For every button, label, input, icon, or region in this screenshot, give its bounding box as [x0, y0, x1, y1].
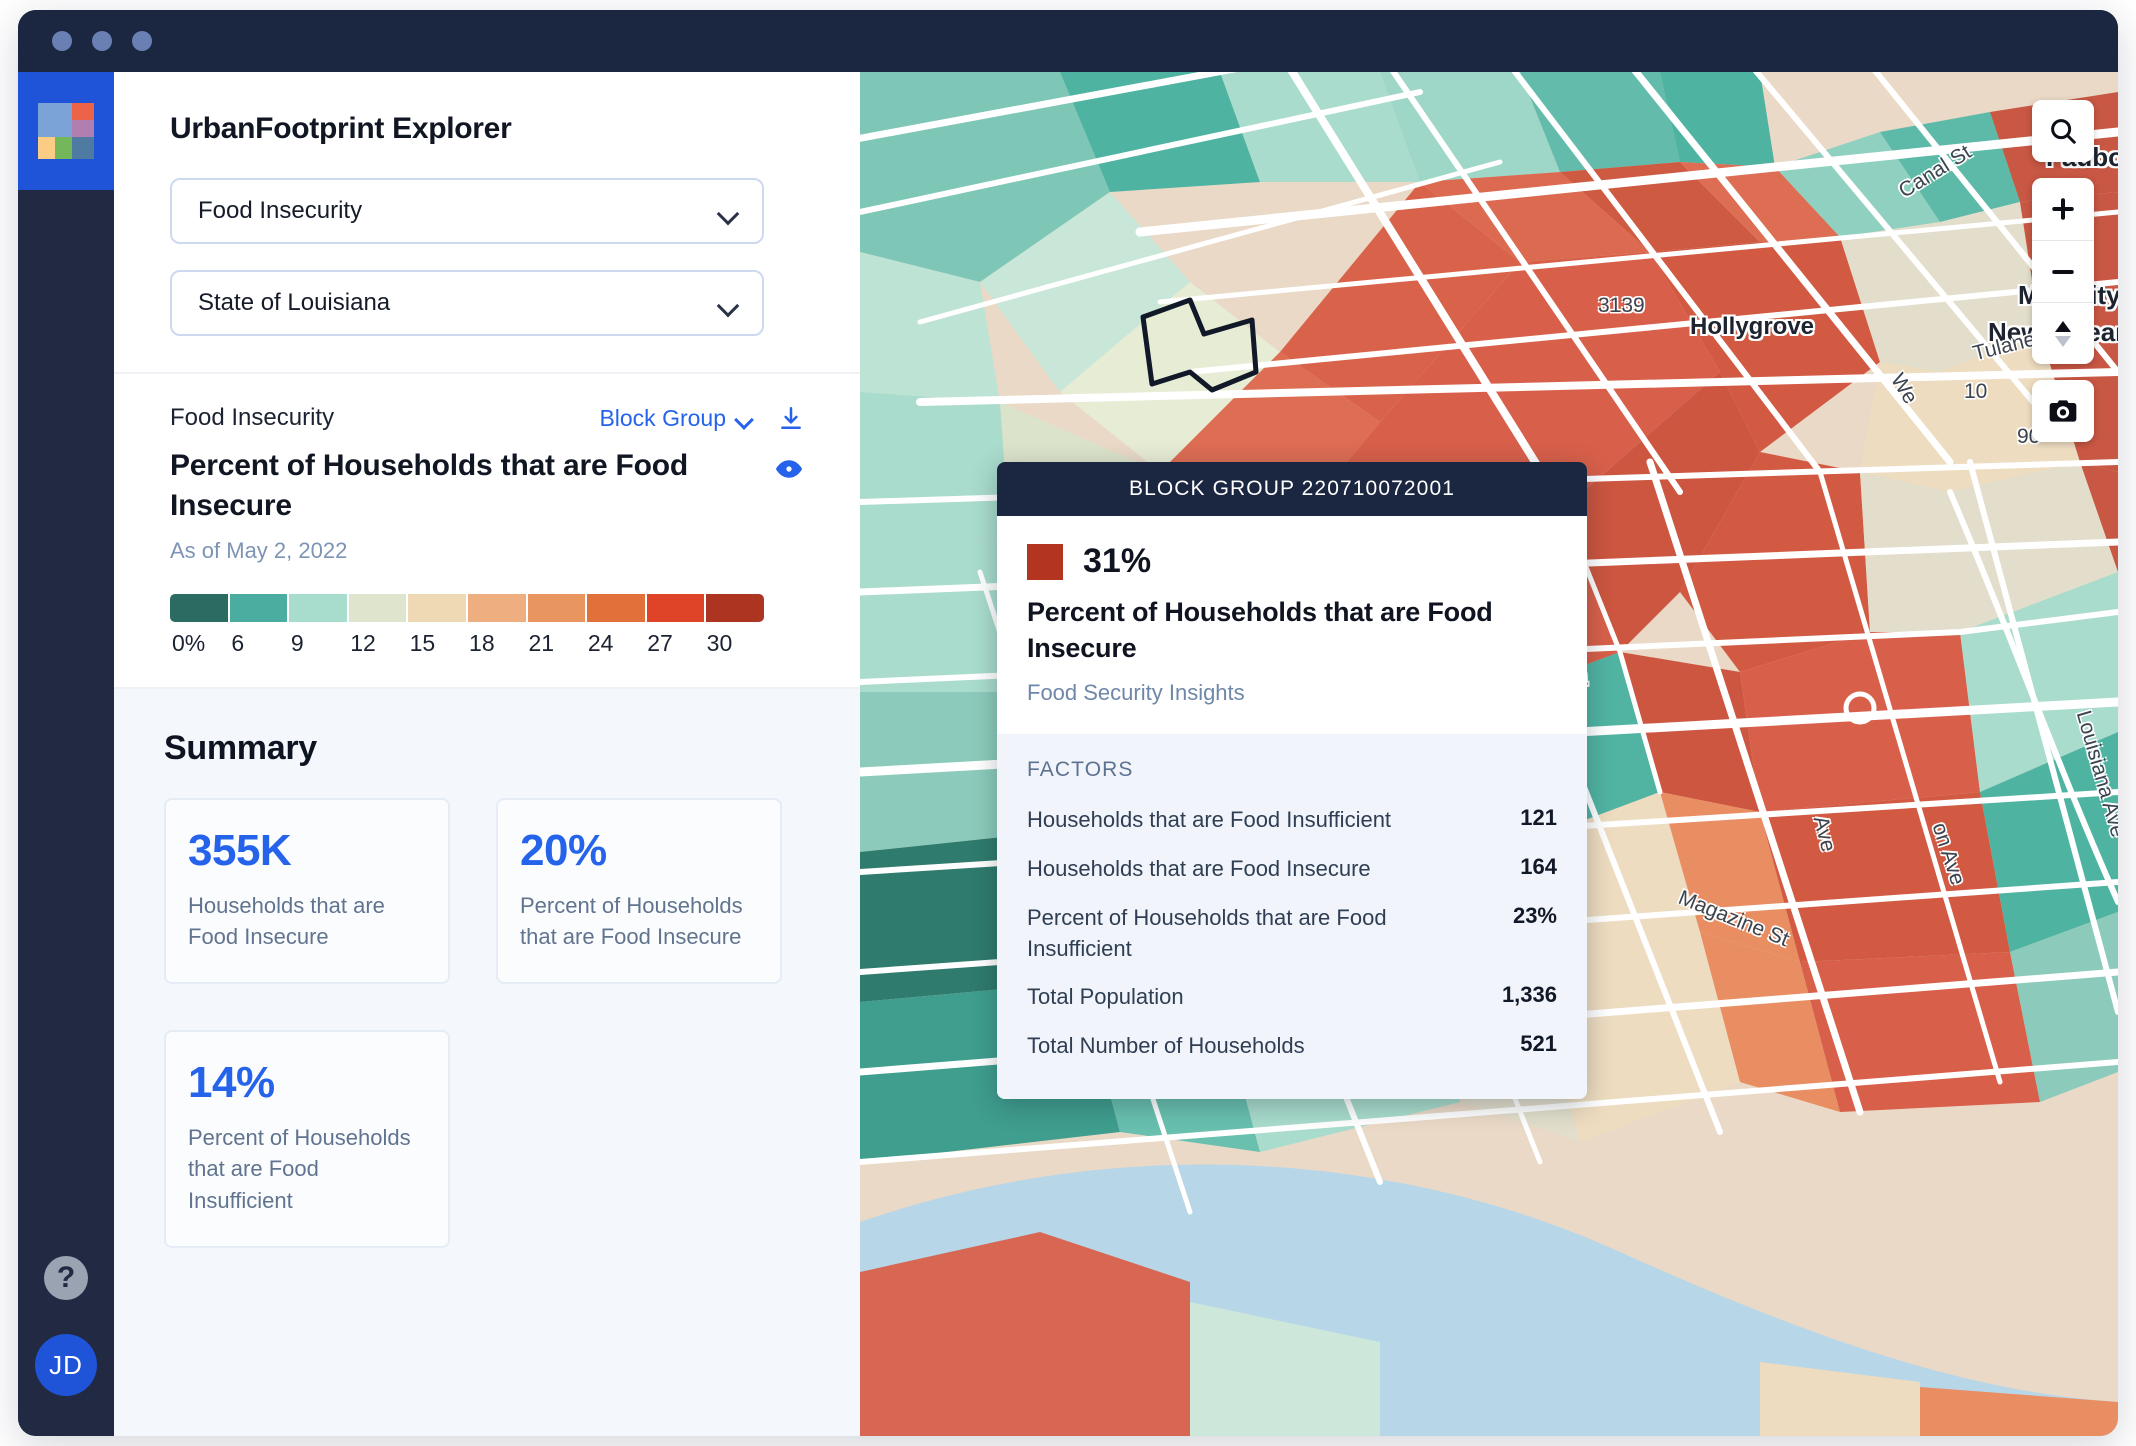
legend-tick-label: 0% — [172, 629, 206, 656]
camera-control — [2032, 380, 2094, 442]
factor-row: Households that are Food Insecure 164 — [1027, 845, 1557, 894]
legend-tick-label: 15 — [409, 629, 436, 656]
dataset-select-value: Food Insecurity — [198, 197, 363, 224]
window-maximize-dot[interactable] — [132, 31, 152, 51]
legend-tick-label: 9 — [290, 629, 304, 656]
legend-swatch — [229, 593, 288, 622]
feature-popup[interactable]: BLOCK GROUP 220710072001 31% Percent of … — [997, 462, 1587, 1100]
zoom-out-button[interactable] — [2032, 240, 2094, 302]
window-minimize-dot[interactable] — [92, 31, 112, 51]
factor-label: Total Number of Households — [1027, 1033, 1305, 1059]
legend-swatch — [706, 593, 764, 622]
layer-name: Food Insecurity — [170, 404, 335, 431]
factor-value: 23% — [1512, 902, 1557, 928]
block-group-dropdown[interactable]: Block Group — [599, 405, 752, 432]
legend-tick-label: 21 — [528, 629, 555, 656]
app-window: ? JD UrbanFootprint Explorer Food Insecu… — [18, 10, 2118, 1436]
summary-card: 20% Percent of Households that are Food I… — [496, 797, 782, 985]
factor-row: Total Population 1,336 — [1027, 973, 1557, 1022]
factor-label: Households that are Food Insufficient — [1027, 807, 1392, 833]
summary-heading: Summary — [164, 728, 317, 767]
panel-header: UrbanFootprint Explorer Food Insecurity … — [114, 72, 860, 374]
legend-swatch — [408, 593, 466, 622]
legend-tick-label: 18 — [469, 629, 495, 656]
legend-ticks: 0% 6 9 12 15 18 21 24 27 30 — [170, 630, 764, 657]
chevron-down-icon — [736, 413, 752, 423]
factor-value: 164 — [1520, 854, 1557, 880]
legend-swatch — [170, 593, 228, 622]
zoom-control — [2032, 178, 2094, 364]
summary-card: 14% Percent of Households that are Food I… — [164, 1030, 450, 1248]
page-title: UrbanFootprint Explorer — [170, 112, 512, 145]
factor-value: 521 — [1520, 1031, 1557, 1057]
map-controls — [2032, 100, 2094, 442]
popup-value: 31% — [1083, 542, 1152, 580]
factor-value: 1,336 — [1501, 982, 1557, 1008]
help-icon[interactable]: ? — [44, 1256, 88, 1300]
summary-card-label: Percent of Households that are Food Inse… — [520, 892, 743, 950]
summary-card-value: 20% — [520, 825, 607, 875]
zoom-in-button[interactable] — [2032, 178, 2094, 240]
summary-card-label: Households that are Food Insecure — [188, 892, 385, 950]
window-titlebar — [18, 10, 2118, 72]
factor-label: Households that are Food Insecure — [1027, 856, 1371, 882]
factor-label: Total Population — [1027, 984, 1184, 1010]
factor-value: 121 — [1520, 805, 1557, 831]
factor-row: Percent of Households that are Food Insu… — [1027, 894, 1557, 974]
legend-swatch — [587, 593, 645, 622]
icon-rail: ? JD — [18, 72, 114, 1436]
search-control — [2032, 100, 2094, 162]
compass-tilt-button[interactable] — [2032, 302, 2094, 364]
summary-card-value: 355K — [188, 825, 292, 875]
legend-tick-label: 6 — [231, 629, 245, 656]
summary-card-value: 14% — [188, 1058, 275, 1108]
as-of-date: As of May 2, 2022 — [170, 537, 348, 563]
popup-header: BLOCK GROUP 220710072001 — [997, 462, 1587, 516]
legend-tick-label: 27 — [647, 629, 673, 656]
eye-icon[interactable] — [774, 454, 804, 484]
dataset-select[interactable]: Food Insecurity — [170, 178, 764, 244]
legend-swatch — [467, 593, 526, 622]
factor-row: Total Number of Households 521 — [1027, 1022, 1557, 1071]
popup-source: Food Security Insights — [1027, 680, 1245, 706]
avatar[interactable]: JD — [35, 1334, 97, 1396]
popup-title: Percent of Households that are Food Inse… — [1027, 597, 1493, 663]
app-logo[interactable] — [18, 72, 114, 190]
summary-card: 355K Households that are Food Insecure — [164, 797, 450, 985]
window-close-dot[interactable] — [52, 31, 72, 51]
factor-label: Percent of Households that are Food Insu… — [1027, 904, 1387, 961]
chevron-down-icon — [718, 206, 738, 217]
legend-tick-label: 12 — [350, 629, 376, 656]
popup-body: 31% Percent of Households that are Food … — [997, 516, 1587, 735]
left-panel: UrbanFootprint Explorer Food Insecurity … — [114, 72, 860, 1436]
legend-tick-label: 30 — [706, 629, 733, 656]
popup-factors: FACTORS Households that are Food Insuffi… — [997, 734, 1587, 1100]
map-canvas[interactable]: Faubourg St. JohnMid-CityNew OrleansHoll… — [860, 72, 2118, 1436]
summary-cards: 355K Households that are Food Insecure 20%… — [164, 797, 810, 1248]
metric-head: Percent of Households that are Food Inse… — [170, 446, 804, 564]
legend-swatch — [348, 593, 407, 622]
chevron-down-icon — [718, 298, 738, 309]
layer-section: Food Insecurity Block Group Percent of H… — [114, 374, 860, 689]
legend-swatch — [527, 593, 586, 622]
legend-swatch — [646, 593, 705, 622]
metric-title: Percent of Households that are Food Inse… — [170, 449, 689, 522]
factors-heading: FACTORS — [1027, 758, 1134, 782]
block-group-label: Block Group — [599, 404, 726, 431]
search-icon[interactable] — [2032, 100, 2094, 162]
factor-row: Households that are Food Insufficient 121 — [1027, 796, 1557, 845]
layer-row: Food Insecurity Block Group — [170, 404, 804, 432]
download-icon[interactable] — [778, 405, 804, 431]
camera-snapshot-button[interactable] — [2032, 380, 2094, 442]
summary-section: Summary 355K Households that are Food Ins… — [114, 688, 860, 1436]
geography-select-value: State of Louisiana — [198, 289, 391, 316]
geography-select[interactable]: State of Louisiana — [170, 270, 764, 336]
logo-grid-icon — [38, 103, 94, 159]
legend-swatch — [289, 593, 347, 622]
summary-card-label: Percent of Households that are Food Insu… — [188, 1125, 411, 1213]
popup-color-swatch — [1027, 543, 1063, 580]
legend-tick-label: 24 — [587, 629, 614, 656]
legend-colorbar — [170, 593, 764, 622]
